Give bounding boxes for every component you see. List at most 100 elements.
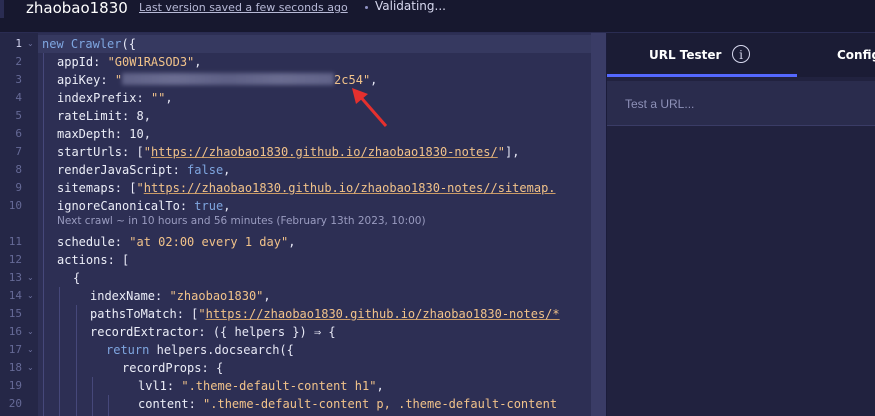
code-line-6: maxDepth: 10,	[57, 127, 151, 141]
code-token: ({ helpers }) ⇒ {	[212, 325, 336, 339]
line-number: 2	[15, 55, 22, 68]
fold-chevron-icon[interactable]: ⌄	[27, 35, 35, 53]
code-line-1: new Crawler({	[42, 35, 136, 53]
code-token: startUrls	[57, 145, 123, 159]
code-line-18: recordProps: {	[122, 361, 224, 375]
arrow-annotation-icon	[352, 88, 388, 127]
vertical-scrollbar[interactable]	[591, 33, 606, 416]
line-number: 19	[8, 379, 22, 392]
redacted-api-key	[122, 73, 335, 85]
code-token: [	[122, 253, 130, 267]
last-saved-link[interactable]: Last version saved a few seconds ago	[139, 1, 348, 14]
code-line-20: content: ".theme-default-content p, .the…	[138, 397, 558, 411]
code-token: "at 02:00 every 1 day"	[129, 235, 289, 249]
code-editor[interactable]: 1 2 3 4 5 6 7 8 9 10 11 12 13 14 15 16 1…	[0, 33, 606, 416]
line-number: 13	[8, 271, 22, 284]
code-line-15: pathsToMatch: ["https://zhaobao1830.gith…	[90, 307, 560, 321]
code-token: pathsToMatch	[90, 307, 177, 321]
code-token: ({	[121, 37, 136, 51]
code-token: indexName	[90, 289, 156, 303]
indent-guide	[43, 53, 44, 416]
code-token: "	[114, 73, 123, 87]
code-token: helpers.docsearch({	[156, 343, 294, 357]
indent-guide	[92, 377, 93, 416]
url-input-container	[607, 81, 875, 126]
line-number: 4	[15, 91, 22, 104]
line-number: 20	[8, 397, 22, 410]
code-line-11: schedule: "at 02:00 every 1 day",	[57, 235, 296, 249]
code-line-4: indexPrefix: "",	[57, 91, 173, 105]
code-token: maxDepth	[57, 127, 115, 141]
code-token: indexPrefix	[57, 91, 137, 105]
line-number: 7	[15, 145, 22, 158]
code-line-14: indexName: "zhaobao1830",	[90, 289, 271, 303]
line-number: 17	[8, 343, 22, 356]
code-token: "G0W1RASOD3"	[107, 55, 195, 69]
url-link[interactable]: https://zhaobao1830.github.io/zhaobao183…	[206, 307, 560, 321]
indent-guide	[108, 395, 109, 416]
indent-guide	[59, 287, 60, 416]
code-line-2: appId: "G0W1RASOD3",	[57, 55, 202, 69]
code-token: sitemaps	[57, 181, 115, 195]
line-number: 5	[15, 109, 22, 122]
code-token: actions	[57, 253, 108, 267]
code-token: appId	[57, 55, 94, 69]
url-link[interactable]: https://zhaobao1830.github.io/zhaobao183…	[151, 145, 498, 159]
header-bar: zhaobao1830 Last version saved a few sec…	[0, 0, 875, 33]
code-token: recordExtractor	[90, 325, 199, 339]
code-token: ignoreCanonicalTo	[57, 199, 180, 213]
line-gutter: 1 2 3 4 5 6 7 8 9 10 11 12 13 14 15 16 1…	[0, 33, 38, 416]
url-input[interactable]	[623, 94, 863, 114]
line-number: 3	[15, 73, 22, 86]
header-edge	[0, 0, 4, 18]
code-line-9: sitemaps: ["https://zhaobao1830.github.i…	[57, 181, 556, 195]
line-number: 18	[8, 361, 22, 374]
code-token: content	[138, 397, 189, 411]
line-number: 9	[15, 181, 22, 194]
code-line-7: startUrls: ["https://zhaobao1830.github.…	[57, 145, 520, 159]
validation-status: Validating...	[375, 0, 446, 13]
code-line-3: apiKey: " 2c54",	[57, 73, 378, 87]
line-number: 8	[15, 163, 22, 176]
line-number: 15	[8, 307, 22, 320]
code-token: {	[73, 271, 81, 285]
line-number: 16	[8, 325, 22, 338]
right-panel: URL Tester i Config	[607, 33, 875, 416]
code-token: 10	[129, 127, 144, 141]
code-token: Crawler	[70, 37, 122, 51]
code-token: new	[42, 37, 64, 51]
crawler-name: zhaobao1830	[26, 0, 128, 17]
line-number: 11	[8, 235, 22, 248]
tab-url-tester[interactable]: URL Tester	[649, 48, 721, 62]
code-line-16: recordExtractor: ({ helpers }) ⇒ {	[90, 325, 336, 339]
tab-config[interactable]: Config	[837, 48, 875, 62]
next-crawl-hint: Next crawl ~ in 10 hours and 56 minutes …	[57, 215, 426, 227]
code-token: false	[187, 163, 224, 177]
code-token: schedule	[57, 235, 115, 249]
status-dot	[365, 6, 368, 9]
code-line-13: {	[73, 269, 80, 287]
code-token: renderJavaScript	[57, 163, 173, 177]
code-token: "zhaobao1830"	[169, 289, 264, 303]
code-line-17: return helpers.docsearch({	[106, 341, 294, 359]
indent-guide	[76, 305, 77, 416]
line-number: 12	[8, 253, 22, 266]
line-number: 6	[15, 127, 22, 140]
line-number: 14	[8, 289, 22, 302]
fold-chevron-icon[interactable]: ⌄	[27, 287, 35, 305]
code-line-10: ignoreCanonicalTo: true,	[57, 199, 231, 213]
fold-chevron-icon[interactable]: ⌄	[27, 359, 35, 377]
code-line-12: actions: [	[57, 253, 130, 267]
code-line-5: rateLimit: 8,	[57, 109, 151, 123]
url-link[interactable]: https://zhaobao1830.github.io/zhaobao183…	[144, 181, 556, 195]
code-token: ".theme-default-content p, .theme-defaul…	[203, 397, 558, 411]
active-tab-indicator	[607, 74, 797, 77]
code-token: 2c54"	[334, 73, 371, 87]
code-token: ".theme-default-content h1"	[181, 379, 377, 393]
code-line-19: lvl1: ".theme-default-content h1",	[138, 379, 384, 393]
code-token: lvl1	[138, 379, 167, 393]
fold-chevron-icon[interactable]: ⌄	[27, 341, 35, 359]
fold-chevron-icon[interactable]: ⌄	[27, 323, 35, 341]
info-icon[interactable]: i	[732, 45, 750, 63]
fold-chevron-icon[interactable]: ⌄	[27, 269, 35, 287]
